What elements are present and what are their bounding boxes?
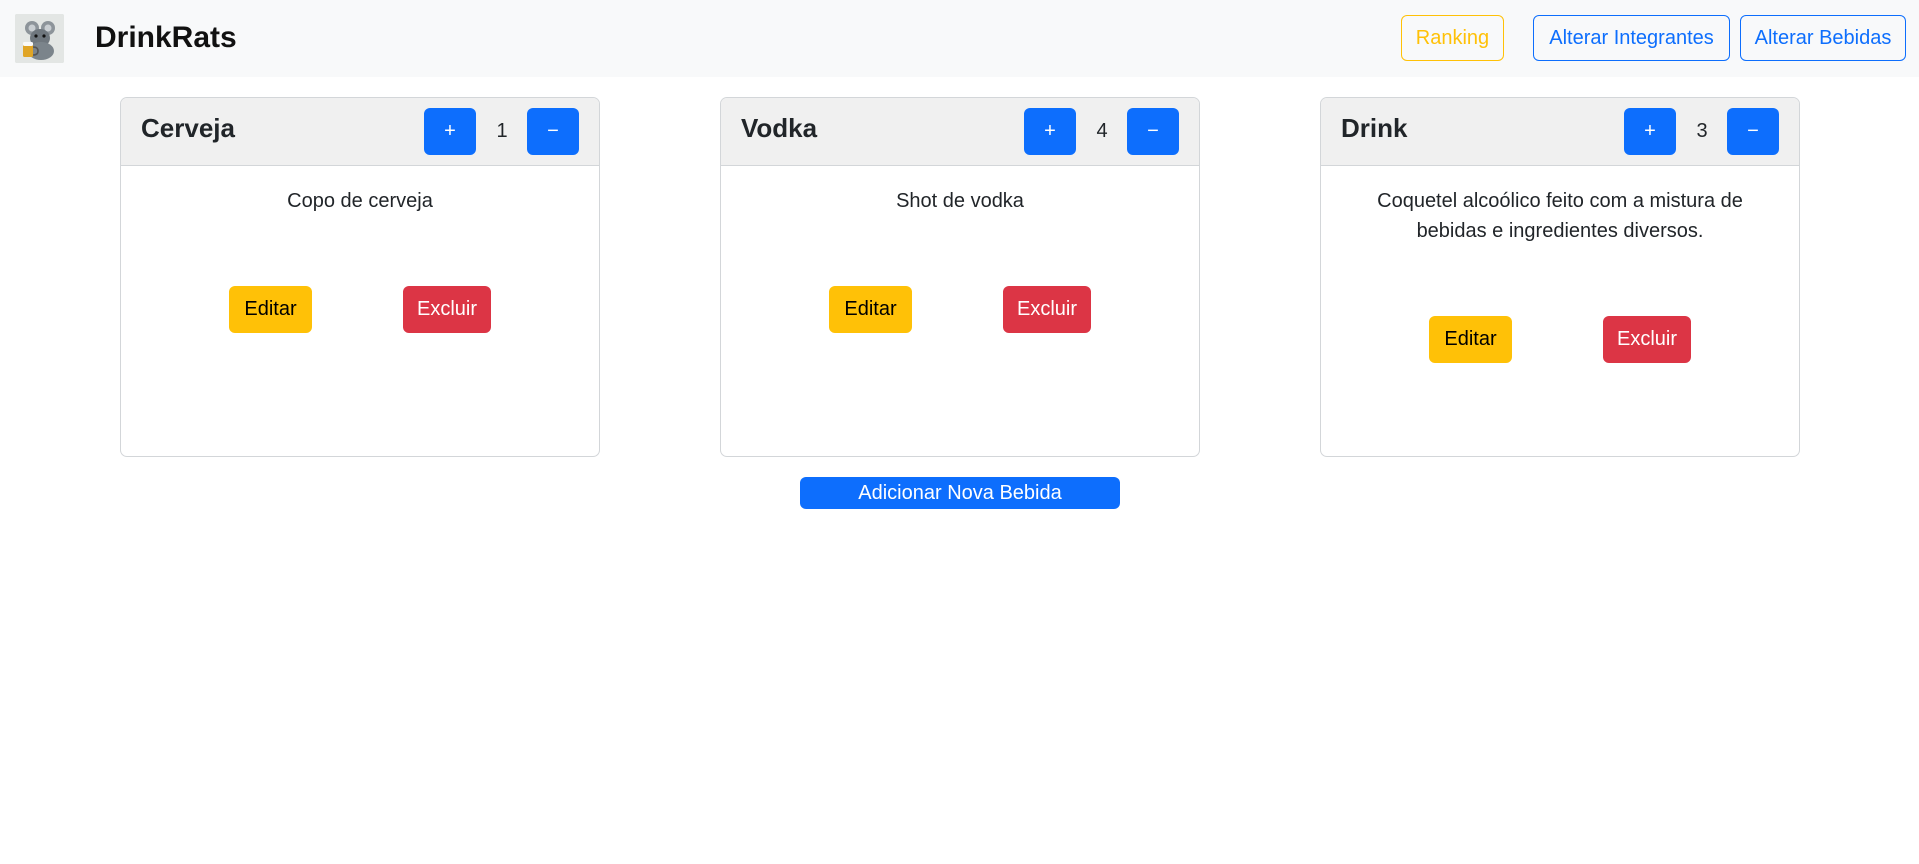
decrement-button[interactable]: − xyxy=(1127,108,1179,155)
drink-actions: Editar Excluir xyxy=(1429,316,1691,363)
drink-card-body: Copo de cerveja Editar Excluir xyxy=(121,166,599,456)
drink-count: 3 xyxy=(1696,120,1708,142)
drink-name: Drink xyxy=(1341,113,1408,143)
navbar: DrinkRats Ranking Alterar Integrantes Al… xyxy=(0,0,1919,77)
increment-button[interactable]: + xyxy=(1624,108,1676,155)
drink-card-header: Vodka + 4 − xyxy=(721,98,1199,166)
drink-description: Shot de vodka xyxy=(896,190,1024,212)
drink-card-header: Drink + 3 − xyxy=(1321,98,1799,166)
delete-button[interactable]: Excluir xyxy=(1603,316,1691,363)
decrement-button[interactable]: − xyxy=(527,108,579,155)
decrement-button[interactable]: − xyxy=(1727,108,1779,155)
ranking-button[interactable]: Ranking xyxy=(1401,15,1504,61)
edit-button[interactable]: Editar xyxy=(229,286,312,333)
drink-card: Cerveja + 1 − Copo de cerveja Editar Exc… xyxy=(120,97,600,457)
drink-description: Coquetel alcoólico feito com a mistura d… xyxy=(1377,190,1743,242)
drink-description: Copo de cerveja xyxy=(287,190,433,212)
alterar-bebidas-button[interactable]: Alterar Bebidas xyxy=(1740,15,1906,61)
increment-button[interactable]: + xyxy=(1024,108,1076,155)
alterar-integrantes-button[interactable]: Alterar Integrantes xyxy=(1533,15,1730,61)
drink-card-body: Shot de vodka Editar Excluir xyxy=(721,166,1199,456)
add-drink-button[interactable]: Adicionar Nova Bebida xyxy=(800,477,1120,509)
drink-count: 1 xyxy=(496,120,508,142)
delete-button[interactable]: Excluir xyxy=(403,286,491,333)
drink-card-body: Coquetel alcoólico feito com a mistura d… xyxy=(1321,166,1799,456)
edit-button[interactable]: Editar xyxy=(829,286,912,333)
drink-name: Vodka xyxy=(741,113,818,143)
drink-card: Drink + 3 − Coquetel alcoólico feito com… xyxy=(1320,97,1800,457)
edit-button[interactable]: Editar xyxy=(1429,316,1512,363)
drink-name: Cerveja xyxy=(141,113,235,143)
brand-title[interactable]: DrinkRats xyxy=(95,18,237,58)
drink-actions: Editar Excluir xyxy=(229,286,491,333)
drink-card-header: Cerveja + 1 − xyxy=(121,98,599,166)
delete-button[interactable]: Excluir xyxy=(1003,286,1091,333)
drink-actions: Editar Excluir xyxy=(829,286,1091,333)
drink-card: Vodka + 4 − Shot de vodka Editar Excluir xyxy=(720,97,1200,457)
increment-button[interactable]: + xyxy=(424,108,476,155)
drink-count: 4 xyxy=(1096,120,1108,142)
rat-with-beer-logo-icon[interactable] xyxy=(15,14,64,63)
